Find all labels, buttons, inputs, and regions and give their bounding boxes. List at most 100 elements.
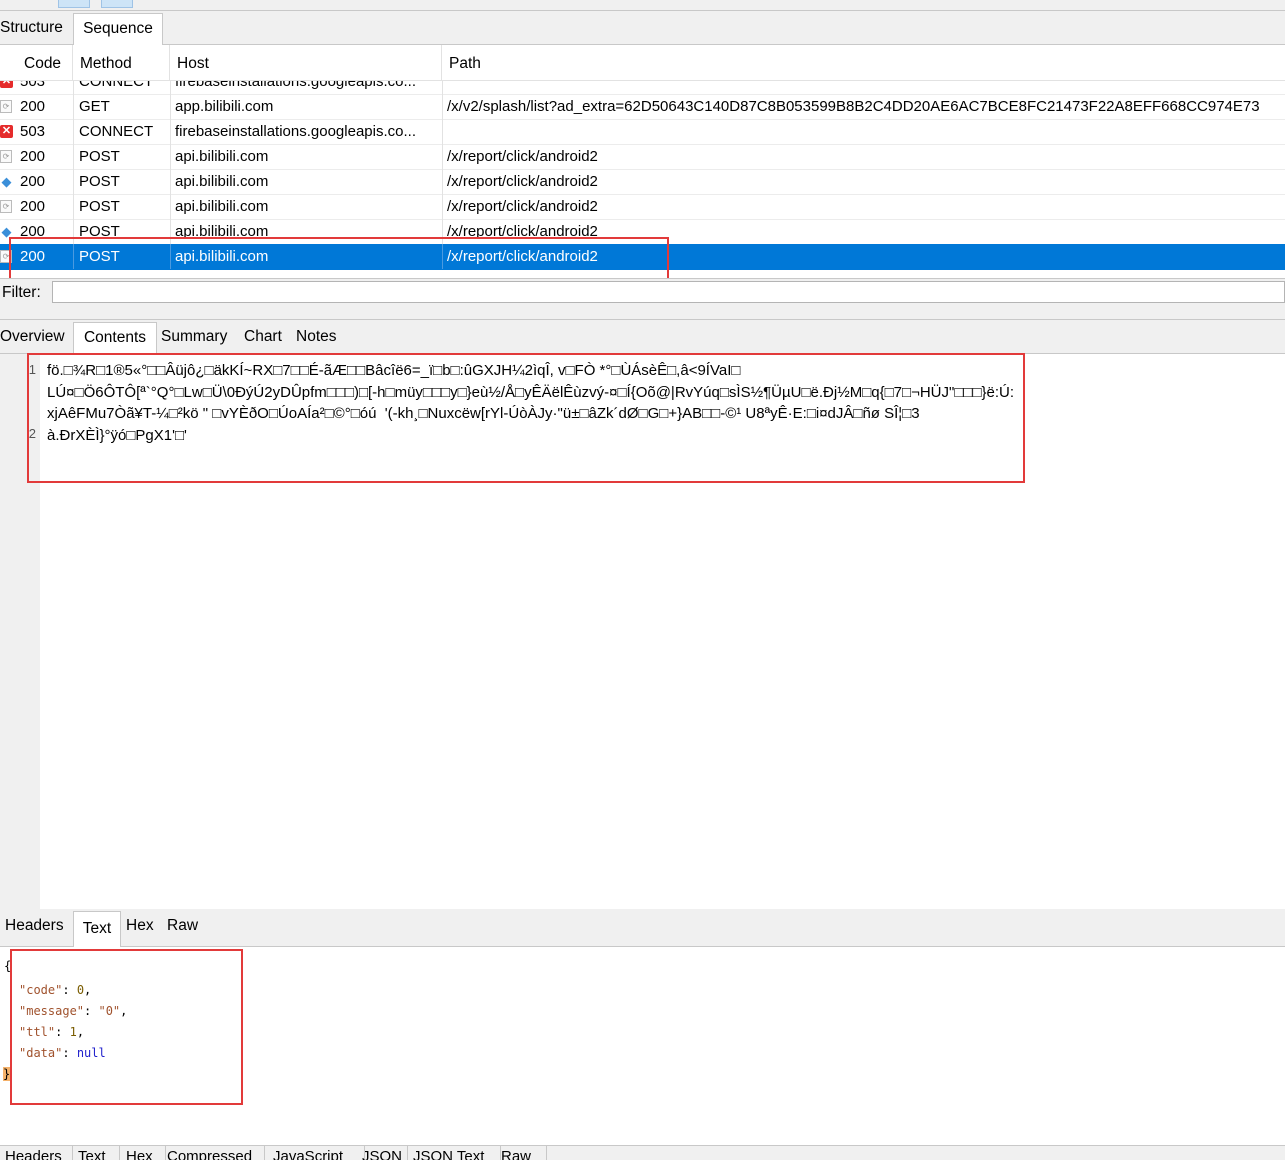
toolbar-button[interactable] bbox=[101, 0, 133, 8]
tab-chart[interactable]: Chart bbox=[244, 320, 292, 352]
json-value: 1 bbox=[69, 1025, 77, 1039]
filter-label: Filter: bbox=[2, 284, 41, 301]
tab-text[interactable]: Text bbox=[73, 911, 121, 948]
tab-label: Hex bbox=[126, 917, 154, 934]
row-code: 200 bbox=[20, 98, 46, 115]
request-body-text: fö.□¾R□1®5«°□□Âüjô¿□äkKÍ~RX□7□□É-ãÆ□□Bâc… bbox=[47, 362, 1015, 444]
line-number: 2 bbox=[28, 426, 36, 441]
row-method: GET bbox=[79, 98, 110, 115]
tab-label: Raw bbox=[167, 917, 199, 934]
tab-summary[interactable]: Summary bbox=[161, 320, 239, 352]
column-label: Path bbox=[449, 55, 481, 72]
table-row[interactable]: ⟳ 200 GET app.bilibili.com /x/v2/splash/… bbox=[0, 94, 1285, 120]
tab-contents[interactable]: Contents bbox=[73, 322, 157, 356]
tab-raw[interactable]: Raw bbox=[167, 909, 203, 941]
tab-label: Structure bbox=[0, 19, 63, 36]
row-path bbox=[447, 81, 1285, 94]
tab-text[interactable]: Text bbox=[73, 1146, 120, 1160]
tab-label: JavaScript bbox=[273, 1148, 344, 1160]
json-line: "code": 0, bbox=[19, 983, 91, 997]
json-sep: : bbox=[55, 1025, 70, 1039]
toolbar-strip bbox=[0, 0, 1285, 11]
row-code: 200 bbox=[20, 223, 46, 240]
tab-overview[interactable]: Overview bbox=[0, 320, 72, 352]
json-open-brace: { bbox=[4, 959, 12, 973]
table-row[interactable]: ⟳ 200 POST api.bilibili.com /x/report/cl… bbox=[0, 144, 1285, 170]
response-tabbar: Headers Text Hex Raw bbox=[0, 909, 1285, 948]
row-method: CONNECT bbox=[79, 123, 154, 140]
table-row-selected[interactable]: ⟳ 200 POST api.bilibili.com /x/report/cl… bbox=[0, 244, 1285, 270]
tab-json-text[interactable]: JSON Text bbox=[408, 1146, 501, 1160]
row-path: /x/report/click/android2 bbox=[447, 248, 598, 265]
column-header-host[interactable]: Host bbox=[171, 45, 442, 80]
row-path: /x/report/click/android2 bbox=[447, 173, 598, 190]
row-host: app.bilibili.com bbox=[175, 98, 274, 115]
tab-label: Raw bbox=[501, 1148, 532, 1160]
json-key: "code" bbox=[19, 983, 63, 997]
json-key: "message" bbox=[19, 1004, 85, 1018]
column-header-method[interactable]: Method bbox=[74, 45, 170, 80]
tab-label: Summary bbox=[161, 328, 228, 345]
tab-label: Headers bbox=[5, 917, 64, 934]
filter-input[interactable] bbox=[52, 281, 1285, 303]
row-host: api.bilibili.com bbox=[175, 223, 269, 240]
column-header-path[interactable]: Path bbox=[443, 45, 1285, 80]
tab-label: JSON Text bbox=[413, 1148, 485, 1160]
table-row[interactable]: ✕ 503 CONNECT firebaseinstallations.goog… bbox=[0, 119, 1285, 145]
row-code: 503 bbox=[20, 123, 46, 140]
table-row[interactable]: ◆ 200 POST api.bilibili.com /x/report/cl… bbox=[0, 219, 1285, 245]
line-number-gutter: 1 2 bbox=[0, 354, 40, 909]
response-json-view[interactable]: { "code": 0, "message": "0", "ttl": 1, "… bbox=[0, 947, 1285, 1145]
row-method: POST bbox=[79, 198, 120, 215]
json-close-brace: } bbox=[3, 1067, 11, 1081]
row-host: api.bilibili.com bbox=[175, 248, 269, 265]
json-key: "data" bbox=[19, 1046, 63, 1060]
detail-tabbar: Overview Contents Summary Chart Notes bbox=[0, 320, 1285, 356]
tab-sequence[interactable]: Sequence bbox=[73, 13, 163, 47]
sequence-table-header: Code Method Host Path bbox=[0, 45, 1285, 81]
tab-hex[interactable]: Hex bbox=[121, 1146, 166, 1160]
view-tabbar: Structure Sequence bbox=[0, 11, 1285, 47]
row-host: firebaseinstallations.googleapis.co... bbox=[175, 123, 416, 140]
json-comma: , bbox=[120, 1004, 128, 1018]
tab-headers[interactable]: Headers bbox=[0, 909, 72, 941]
tab-label: Notes bbox=[296, 328, 337, 345]
sequence-table-body: ✕ 503 CONNECT firebaseinstallations.goog… bbox=[0, 81, 1285, 273]
row-method: POST bbox=[79, 173, 120, 190]
toolbar-button[interactable] bbox=[58, 0, 90, 8]
table-row[interactable]: ◆ 200 POST api.bilibili.com /x/report/cl… bbox=[0, 169, 1285, 195]
json-sep: : bbox=[84, 1004, 99, 1018]
tab-label: Chart bbox=[244, 328, 282, 345]
column-header-code[interactable]: Code bbox=[18, 45, 73, 80]
row-path: /x/report/click/android2 bbox=[447, 198, 598, 215]
tab-hex[interactable]: Hex bbox=[126, 909, 160, 941]
json-line: "data": null bbox=[19, 1046, 106, 1060]
tag-icon: ◆ bbox=[1, 224, 12, 239]
row-code: 200 bbox=[20, 198, 46, 215]
tab-raw[interactable]: Raw bbox=[496, 1146, 547, 1160]
row-host: api.bilibili.com bbox=[175, 198, 269, 215]
json-sep: : bbox=[62, 983, 77, 997]
table-row[interactable]: ✕ 503 CONNECT firebaseinstallations.goog… bbox=[0, 81, 1285, 95]
tab-headers[interactable]: Headers bbox=[0, 1146, 73, 1160]
json-line: "message": "0", bbox=[19, 1004, 127, 1018]
tab-structure[interactable]: Structure bbox=[0, 11, 70, 43]
tab-json[interactable]: JSON bbox=[357, 1146, 408, 1160]
row-method: CONNECT bbox=[79, 81, 154, 90]
tab-notes[interactable]: Notes bbox=[296, 320, 346, 352]
json-key: "ttl" bbox=[19, 1025, 56, 1039]
tab-label: Contents bbox=[83, 329, 147, 346]
document-icon: ⟳ bbox=[0, 100, 12, 113]
tab-label: Overview bbox=[0, 328, 65, 345]
document-icon: ⟳ bbox=[0, 150, 12, 163]
line-number: 1 bbox=[28, 362, 36, 377]
request-body-editor[interactable]: 1 2 fö.□¾R□1®5«°□□Âüjô¿□äkKÍ~RX□7□□É-ãÆ□… bbox=[0, 354, 1285, 909]
tab-label: JSON bbox=[362, 1148, 403, 1160]
table-row[interactable]: ⟳ 200 POST api.bilibili.com /x/report/cl… bbox=[0, 194, 1285, 220]
document-icon: ⟳ bbox=[0, 200, 12, 213]
splitter[interactable] bbox=[0, 307, 1285, 320]
tab-javascript[interactable]: JavaScript bbox=[268, 1146, 365, 1160]
tab-label: Hex bbox=[126, 1148, 153, 1160]
tab-label: Headers bbox=[5, 1148, 62, 1160]
tab-compressed[interactable]: Compressed bbox=[162, 1146, 265, 1160]
